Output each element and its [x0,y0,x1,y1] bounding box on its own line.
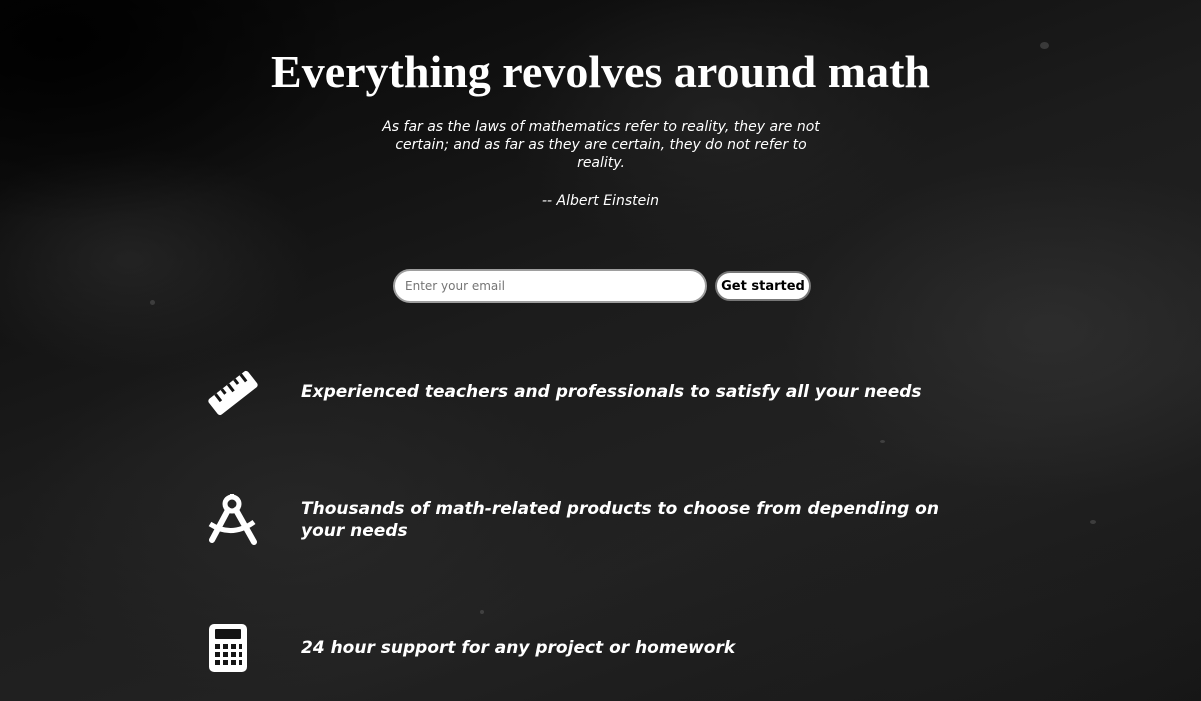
page-title: Everything revolves around math [271,46,930,97]
email-input[interactable] [393,269,707,303]
feature-text-products: Thousands of math-related products to ch… [301,499,939,541]
drafting-compass-icon [206,494,260,546]
feature-text-teachers: Experienced teachers and professionals t… [301,382,922,402]
quote-author: -- Albert Einstein [542,193,659,209]
ruler-icon [205,365,261,421]
get-started-button[interactable]: Get started [715,271,811,301]
feature-text-support: 24 hour support for any project or homew… [301,638,736,658]
quote-text: As far as the laws of mathematics refer … [382,119,820,171]
calculator-icon [209,624,247,672]
